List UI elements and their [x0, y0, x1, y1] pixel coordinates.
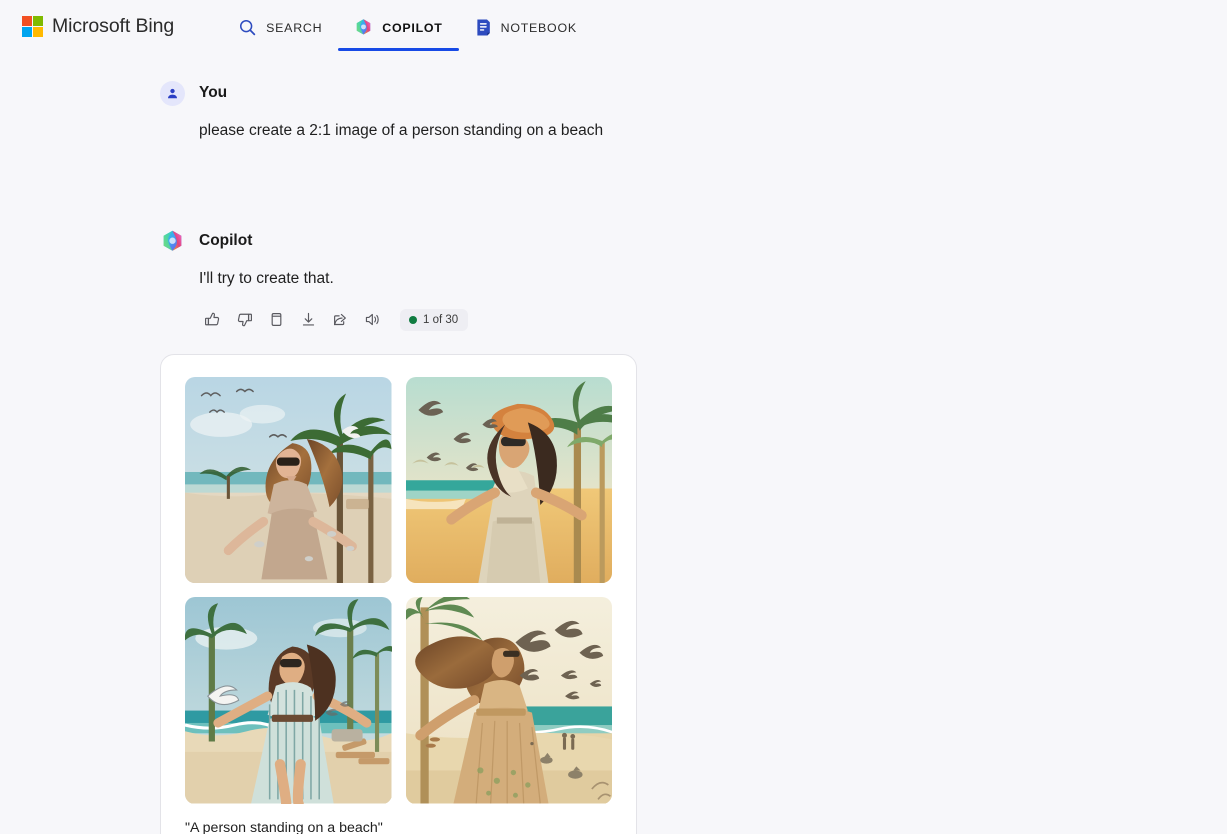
speaker-icon: [363, 310, 382, 329]
image-result-card: "A person standing on a beach" Designer …: [160, 353, 637, 834]
copilot-message-header: Copilot: [160, 226, 860, 256]
bing-brand[interactable]: Microsoft Bing: [22, 12, 174, 38]
thumbs-up-icon: [203, 310, 222, 329]
copy-icon: [267, 310, 286, 329]
share-icon: [331, 310, 350, 329]
main-nav-tabs: SEARCH COPILOT NOTEBOOK: [222, 12, 593, 51]
message-action-bar: 1 of 30: [160, 304, 860, 336]
read-aloud-button[interactable]: [356, 304, 388, 336]
share-button[interactable]: [324, 304, 356, 336]
brand-label: Microsoft Bing: [52, 15, 175, 37]
generated-image-3[interactable]: [185, 597, 392, 804]
copilot-icon: [160, 229, 185, 254]
generated-image-4[interactable]: [405, 597, 612, 804]
tab-copilot[interactable]: COPILOT: [338, 12, 459, 51]
download-icon: [299, 310, 318, 329]
tab-copilot-label: COPILOT: [382, 20, 443, 35]
copilot-author-name: Copilot: [199, 232, 253, 250]
search-icon: [238, 18, 257, 37]
download-button[interactable]: [292, 304, 324, 336]
copilot-message-text: I'll try to create that.: [199, 270, 334, 288]
notebook-icon: [475, 18, 492, 37]
tab-notebook[interactable]: NOTEBOOK: [459, 12, 593, 51]
thumbs-up-button[interactable]: [196, 304, 228, 336]
thumbs-down-icon: [235, 310, 254, 329]
app-header: Microsoft Bing SEARCH COPILOT NOTEBOOK: [0, 0, 1227, 56]
user-author-name: You: [199, 84, 228, 101]
thumbs-down-button[interactable]: [228, 304, 260, 336]
image-grid: [185, 376, 612, 804]
user-message-header: You: [160, 78, 860, 108]
tab-notebook-label: NOTEBOOK: [500, 20, 577, 35]
person-avatar-icon: [160, 80, 185, 106]
generated-image-2[interactable]: [405, 376, 612, 584]
image-caption: "A person standing on a beach": [185, 819, 383, 834]
copy-button[interactable]: [260, 304, 292, 336]
conversation-thread: You please create a 2:1 image of a perso…: [160, 78, 860, 834]
copilot-icon: [354, 18, 373, 37]
generated-image-1[interactable]: [185, 376, 392, 584]
response-counter-label: 1 of 30: [423, 313, 459, 326]
tab-search[interactable]: SEARCH: [222, 12, 338, 51]
copilot-message: Copilot I'll try to create that. 1 of 30…: [160, 226, 860, 834]
response-counter-badge[interactable]: 1 of 30: [400, 308, 469, 331]
microsoft-logo: [22, 16, 43, 37]
status-dot-icon: [409, 315, 417, 324]
user-message: You please create a 2:1 image of a perso…: [160, 78, 860, 142]
user-message-text: please create a 2:1 image of a person st…: [199, 122, 604, 139]
tab-search-label: SEARCH: [266, 20, 323, 35]
